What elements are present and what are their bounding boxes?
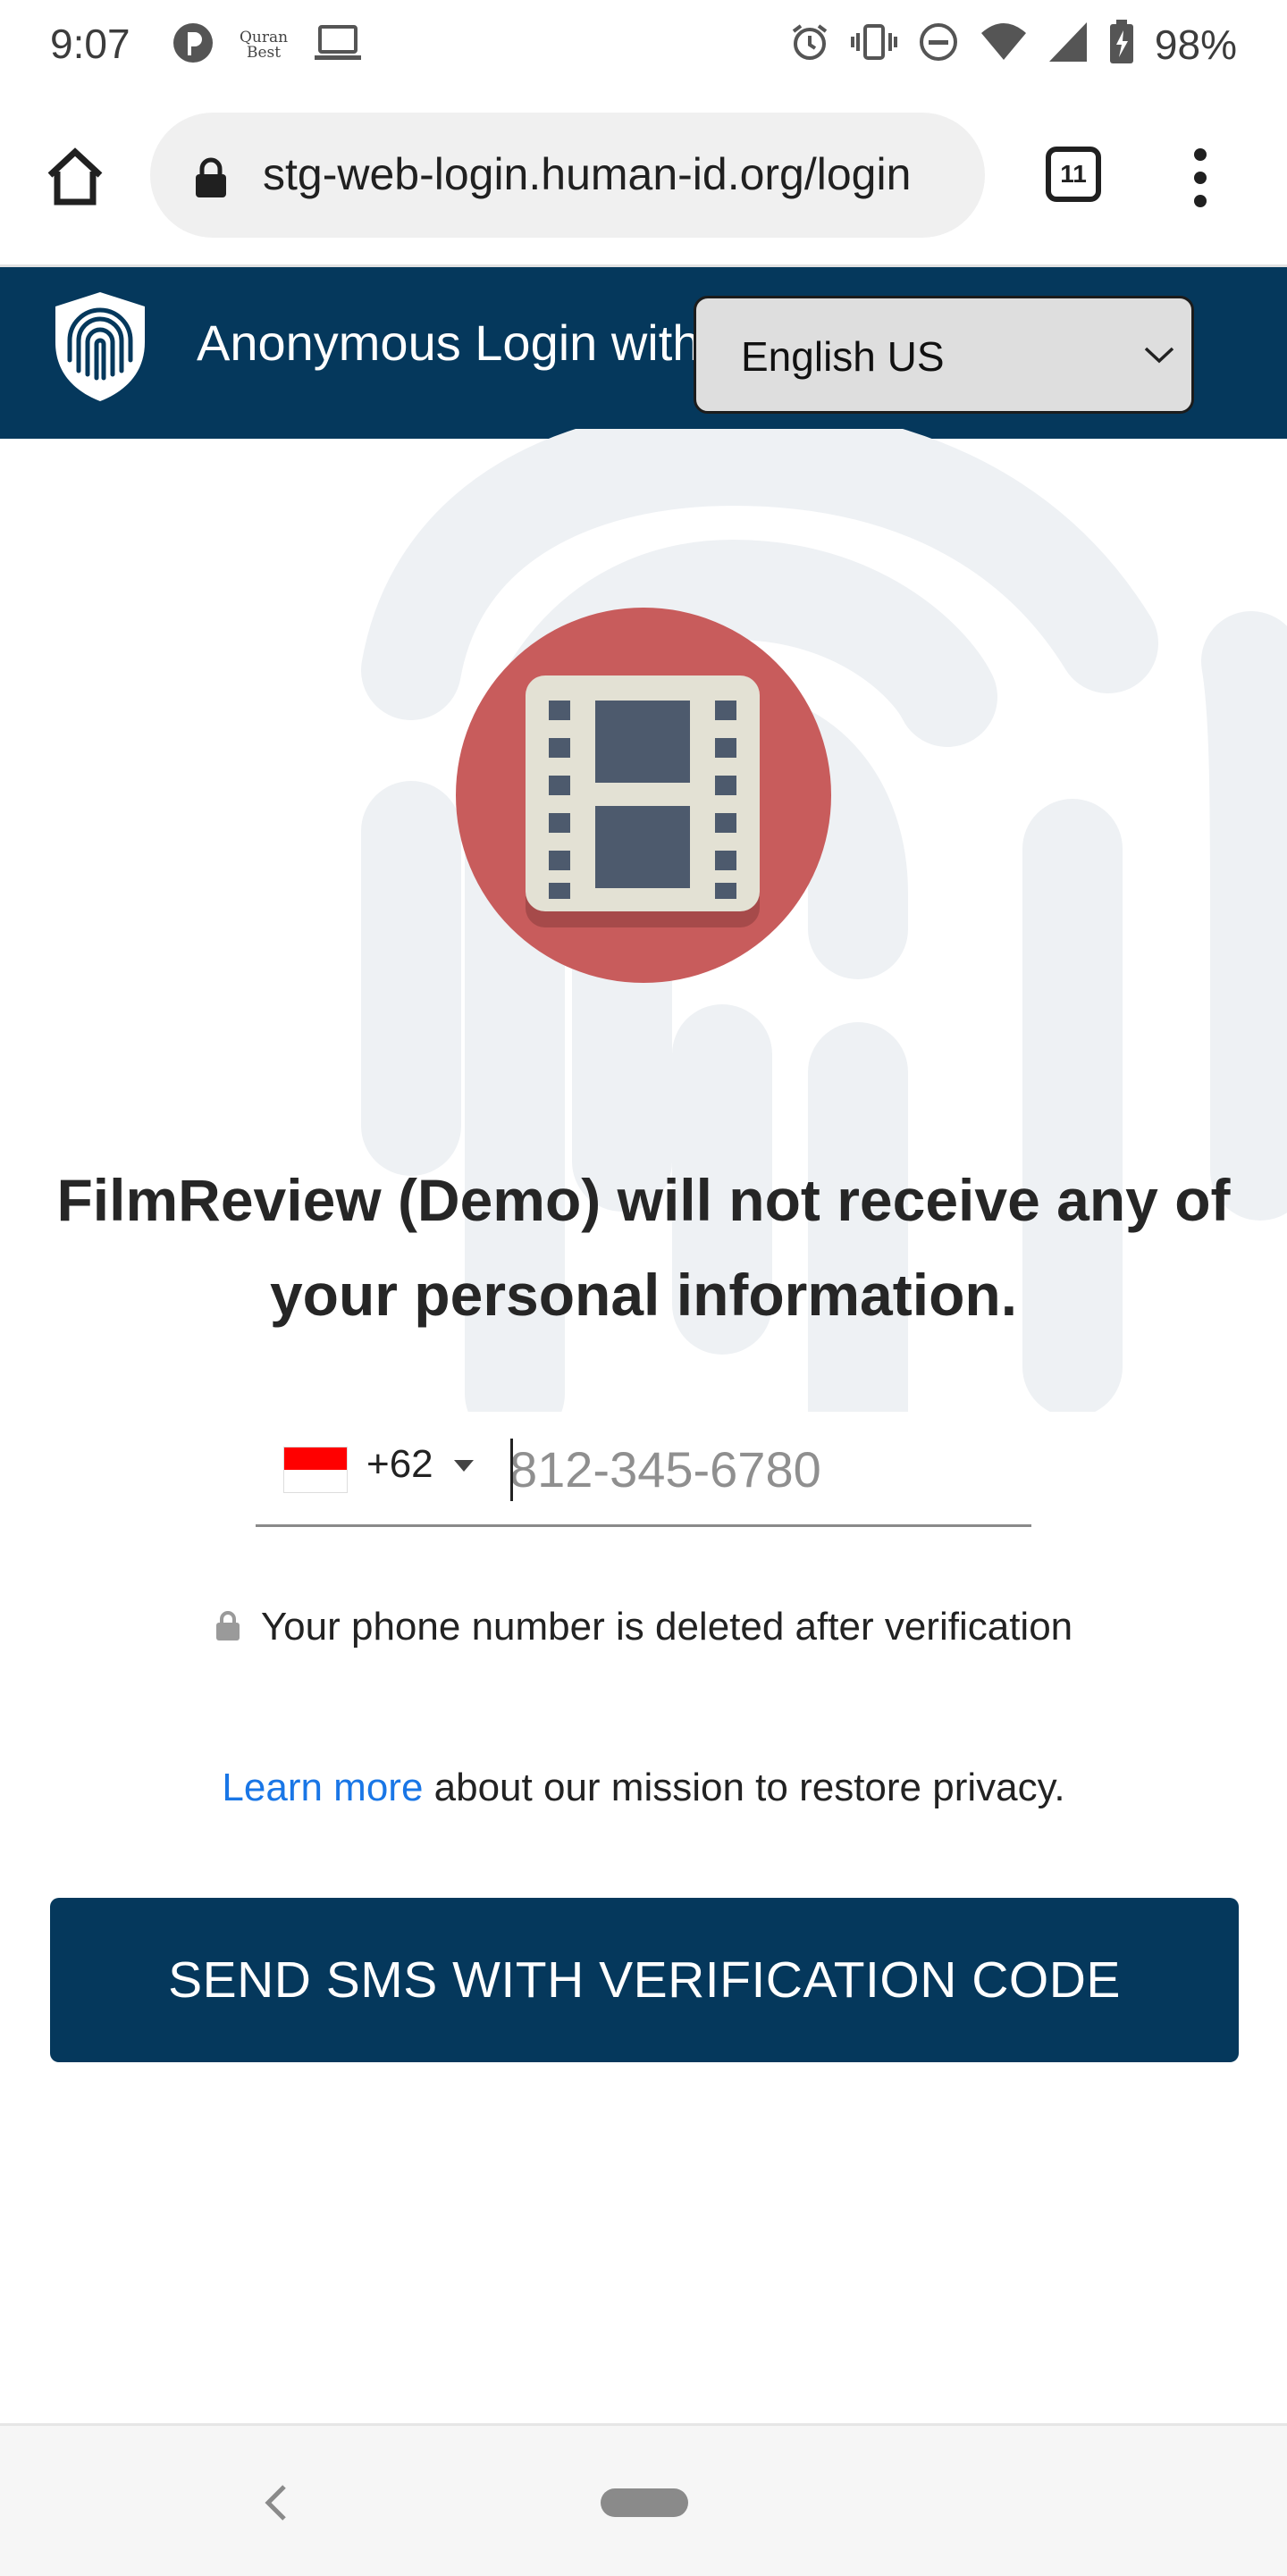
quran-best-icon: Quran Best [240,28,289,62]
page-headline: FilmReview (Demo) will not receive any o… [56,1167,1231,1328]
privacy-note: Your phone number is deleted after verif… [0,1605,1287,1649]
lock-icon [214,1609,241,1646]
status-time: 9:07 [50,21,130,67]
send-sms-button[interactable]: SEND SMS WITH VERIFICATION CODE [50,1898,1239,2062]
app-header: Anonymous Login with humanID English US [0,267,1287,439]
country-flag-indonesia-icon[interactable] [284,1447,347,1492]
overflow-menu-button[interactable] [1178,145,1223,211]
more-vert-icon [1194,148,1207,207]
laptop-icon [313,23,363,67]
humanid-shield-logo [48,289,152,409]
back-chevron-icon[interactable] [259,2481,295,2529]
url-text: stg-web-login.human-id.org/login [263,149,912,199]
mission-line: Learn more about our mission to restore … [0,1766,1287,1810]
privacy-note-text: Your phone number is deleted after verif… [260,1605,1073,1649]
status-bar: 9:07 Quran Best 98% [0,0,1287,89]
alarm-icon [788,21,831,68]
language-value: English US [741,333,945,380]
mission-text: about our mission to restore privacy. [423,1766,1065,1809]
do-not-disturb-icon [917,21,960,68]
chevron-down-icon [1143,345,1175,369]
caret-down-icon[interactable] [454,1460,474,1472]
battery-charging-icon [1108,20,1135,69]
language-select[interactable]: English US [694,296,1194,414]
url-bar[interactable]: stg-web-login.human-id.org/login [150,113,985,238]
dial-code-selector[interactable]: +62 [366,1442,433,1487]
wifi-icon [980,21,1028,68]
film-icon [454,606,833,989]
phone-number-input[interactable] [509,1426,1010,1512]
learn-more-link[interactable]: Learn more [222,1766,423,1809]
battery-percent: 98% [1154,21,1237,68]
app-icon [172,21,214,69]
browser-toolbar: stg-web-login.human-id.org/login 11 [0,89,1287,267]
tab-switcher-button[interactable]: 11 [1046,147,1101,202]
signal-icon [1047,21,1089,68]
home-pill[interactable] [601,2488,688,2517]
vibrate-icon [850,21,897,68]
system-nav-bar [0,2423,1287,2576]
text-cursor [510,1439,513,1501]
lock-icon [193,157,229,203]
home-icon [47,147,103,206]
home-button[interactable] [43,145,107,209]
phone-field: +62 [256,1421,1031,1527]
